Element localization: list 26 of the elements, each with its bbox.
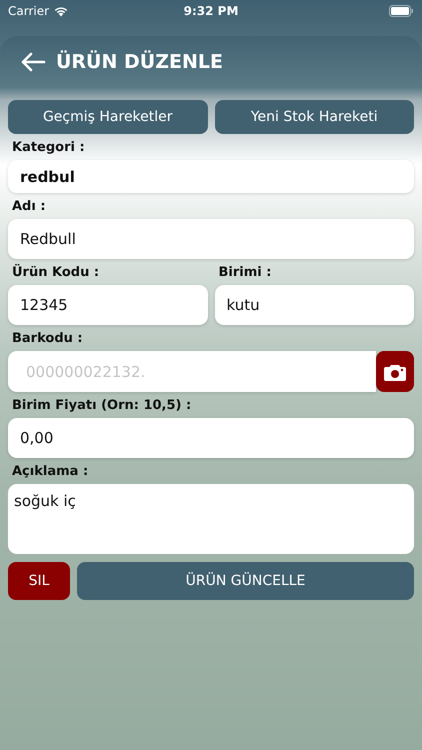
category-field[interactable]: redbul xyxy=(8,160,414,193)
name-field[interactable]: Redbull xyxy=(8,219,414,259)
field-label: Açıklama : xyxy=(12,464,90,480)
action-button[interactable]: Geçmiş Hareketler xyxy=(8,100,208,134)
camera-icon xyxy=(384,362,406,380)
field-label: Birim Fiyatı (Orn: 10,5) : xyxy=(12,398,192,414)
unit-field[interactable]: kutu xyxy=(214,285,414,325)
status-time: 9:32 PM xyxy=(184,4,238,18)
field-label: Barkodu : xyxy=(12,331,84,347)
delete-button[interactable]: SIL xyxy=(8,562,70,600)
back-arrow-icon[interactable] xyxy=(20,52,46,72)
update-button[interactable]: ÜRÜN GÜNCELLE xyxy=(77,562,414,600)
battery-icon xyxy=(389,5,414,17)
field-label: Kategori : xyxy=(12,140,86,156)
page-title: ÜRÜN DÜZENLE xyxy=(56,51,223,73)
camera-button[interactable] xyxy=(376,351,414,392)
action-button[interactable]: Yeni Stok Hareketi xyxy=(214,100,414,134)
carrier-label: Carrier xyxy=(8,4,50,18)
code-field[interactable]: 12345 xyxy=(8,285,208,325)
wifi-icon xyxy=(53,5,70,17)
field-label: Birimi : xyxy=(218,265,272,281)
price-field[interactable]: 0,00 xyxy=(8,418,414,458)
description-field[interactable]: soğuk iç xyxy=(8,484,414,554)
barcode-field[interactable]: 000000022132. xyxy=(8,351,376,392)
field-label: Ürün Kodu : xyxy=(12,265,100,281)
field-label: Adı : xyxy=(12,199,47,215)
